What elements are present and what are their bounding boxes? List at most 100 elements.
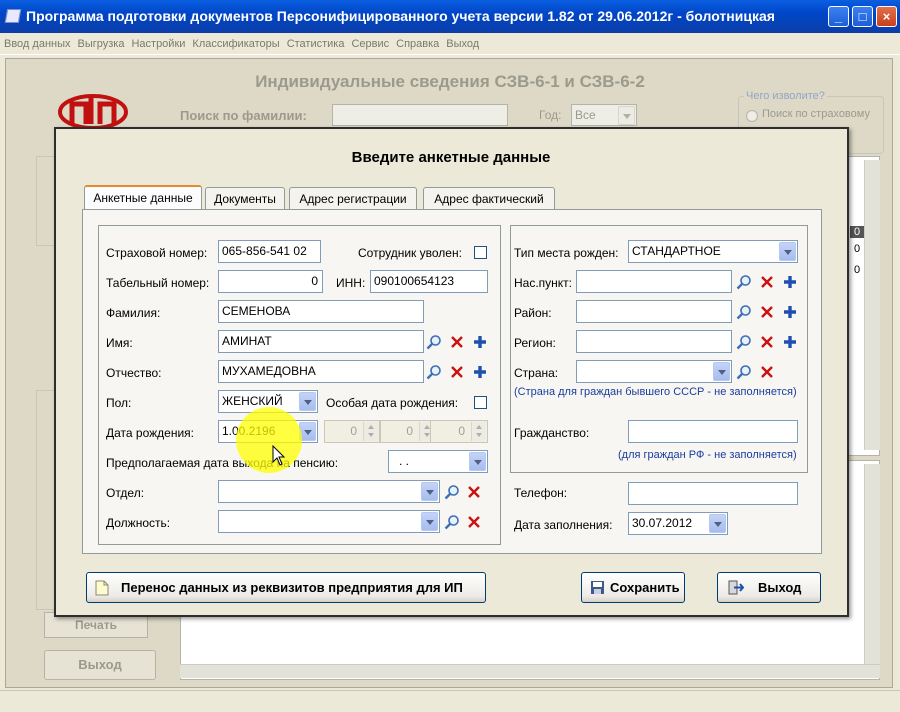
- birthplace-type-select[interactable]: СТАНДАРТНОЕ: [628, 240, 798, 263]
- dialog-title: Введите анкетные данные: [351, 149, 551, 166]
- background-title: Индивидуальные сведения СЗВ-6-1 и СЗВ-6-…: [255, 72, 645, 91]
- search-icon[interactable]: [426, 334, 442, 350]
- delete-icon[interactable]: [449, 334, 465, 350]
- delete-icon[interactable]: [759, 304, 775, 320]
- maximize-button[interactable]: □: [852, 6, 873, 27]
- delete-icon[interactable]: [759, 334, 775, 350]
- menu-item-help[interactable]: Справка: [392, 33, 442, 55]
- background-year-select: Все: [571, 104, 637, 126]
- pension-date-value: . .: [399, 454, 410, 468]
- delete-icon[interactable]: [449, 364, 465, 380]
- delete-icon[interactable]: [466, 484, 482, 500]
- patronymic-input[interactable]: МУХАМЕДОВНА: [218, 360, 424, 383]
- country-select[interactable]: [576, 360, 732, 383]
- add-icon[interactable]: [782, 304, 798, 320]
- menu-item-settings[interactable]: Настройки: [127, 33, 188, 55]
- chevron-down-icon[interactable]: [713, 362, 730, 381]
- close-button[interactable]: ×: [876, 6, 897, 27]
- district-input[interactable]: [576, 300, 732, 323]
- insurance-input[interactable]: 065-856-541 02: [218, 240, 321, 263]
- spin-value: 0: [458, 424, 465, 438]
- minimize-button[interactable]: _: [828, 6, 849, 27]
- transfer-button[interactable]: Перенос данных из реквизитов предприятия…: [86, 572, 486, 603]
- save-button[interactable]: Сохранить: [581, 572, 685, 603]
- delete-icon[interactable]: [466, 514, 482, 530]
- chevron-down-icon[interactable]: [469, 452, 486, 471]
- name-label: Имя:: [106, 336, 133, 350]
- spinner-arrows-icon[interactable]: [471, 422, 486, 441]
- locality-input[interactable]: [576, 270, 732, 293]
- patronymic-label: Отчество:: [106, 366, 162, 380]
- name-input[interactable]: АМИНАТ: [218, 330, 424, 353]
- pension-label: Предполагаемая дата выхода на пенсию:: [106, 456, 339, 470]
- menu-item-input[interactable]: Ввод данных: [0, 33, 74, 55]
- background-scrollbar-bottom: [864, 464, 880, 664]
- menu-bar: Ввод данных Выгрузка Настройки Классификато…: [0, 33, 900, 55]
- fill-date-input[interactable]: 30.07.2012: [628, 512, 728, 535]
- fill-date-label: Дата заполнения:: [514, 518, 613, 532]
- special-date-label: Особая дата рождения:: [326, 396, 459, 410]
- cursor-highlight: [236, 407, 302, 473]
- phone-input[interactable]: [628, 482, 798, 505]
- tab-actual-address[interactable]: Адрес фактический: [423, 187, 555, 210]
- spinner-arrows-icon[interactable]: [363, 422, 378, 441]
- birth-spin-3[interactable]: 0: [430, 420, 488, 443]
- sex-value: ЖЕНСКИЙ: [222, 394, 283, 408]
- chevron-down-icon[interactable]: [779, 242, 796, 261]
- position-select[interactable]: [218, 510, 440, 533]
- birth-spin-2[interactable]: 0: [380, 420, 436, 443]
- chevron-down-icon[interactable]: [421, 512, 438, 531]
- search-icon[interactable]: [736, 334, 752, 350]
- dept-select[interactable]: [218, 480, 440, 503]
- birth-label: Дата рождения:: [106, 426, 194, 440]
- status-bar: [0, 690, 900, 712]
- add-icon[interactable]: [782, 334, 798, 350]
- search-icon[interactable]: [736, 364, 752, 380]
- tab-num-label: Табельный номер:: [106, 276, 210, 290]
- exit-button[interactable]: Выход: [717, 572, 821, 603]
- delete-icon[interactable]: [759, 364, 775, 380]
- citizenship-input[interactable]: [628, 420, 798, 443]
- add-icon[interactable]: [472, 364, 488, 380]
- fired-label: Сотрудник уволен:: [358, 246, 462, 260]
- background-radio: [746, 110, 758, 122]
- pfr-logo: [58, 94, 128, 128]
- menu-item-export[interactable]: Выгрузка: [74, 33, 128, 55]
- menu-item-exit[interactable]: Выход: [442, 33, 482, 55]
- add-icon[interactable]: [782, 274, 798, 290]
- phone-label: Телефон:: [514, 486, 568, 500]
- window-title-bar: Программа подготовки документов Персониф…: [0, 0, 900, 33]
- tab-num-input[interactable]: 0: [218, 270, 323, 293]
- insurance-label: Страховой номер:: [106, 246, 208, 260]
- search-icon[interactable]: [444, 514, 460, 530]
- menu-item-classifiers[interactable]: Классификаторы: [188, 33, 282, 55]
- chevron-down-icon[interactable]: [299, 392, 316, 411]
- region-input[interactable]: [576, 330, 732, 353]
- inn-input[interactable]: 090100654123: [370, 270, 488, 293]
- surname-input[interactable]: СЕМЕНОВА: [218, 300, 424, 323]
- tab-documents[interactable]: Документы: [205, 187, 285, 210]
- pension-date-select[interactable]: . .: [388, 450, 488, 473]
- dept-label: Отдел:: [106, 486, 145, 500]
- citizenship-hint: (для граждан РФ - не заполняется): [618, 449, 797, 461]
- fired-checkbox[interactable]: [474, 246, 487, 259]
- tab-reg-address[interactable]: Адрес регистрации: [289, 187, 417, 210]
- birth-spin-1[interactable]: 0: [324, 420, 380, 443]
- background-left-panel: [36, 156, 56, 246]
- background-radio-label: Поиск по страховому: [762, 108, 870, 120]
- tab-anketa[interactable]: Анкетные данные: [84, 185, 202, 210]
- search-icon[interactable]: [736, 304, 752, 320]
- position-label: Должность:: [106, 516, 171, 530]
- special-date-checkbox[interactable]: [474, 396, 487, 409]
- search-icon[interactable]: [736, 274, 752, 290]
- delete-icon[interactable]: [759, 274, 775, 290]
- search-icon[interactable]: [426, 364, 442, 380]
- save-label: Сохранить: [610, 580, 680, 595]
- menu-item-service[interactable]: Сервис: [347, 33, 392, 55]
- chevron-down-icon[interactable]: [709, 514, 726, 533]
- menu-item-statistics[interactable]: Статистика: [283, 33, 348, 55]
- add-icon[interactable]: [472, 334, 488, 350]
- search-icon[interactable]: [444, 484, 460, 500]
- chevron-down-icon[interactable]: [421, 482, 438, 501]
- sex-label: Пол:: [106, 396, 132, 410]
